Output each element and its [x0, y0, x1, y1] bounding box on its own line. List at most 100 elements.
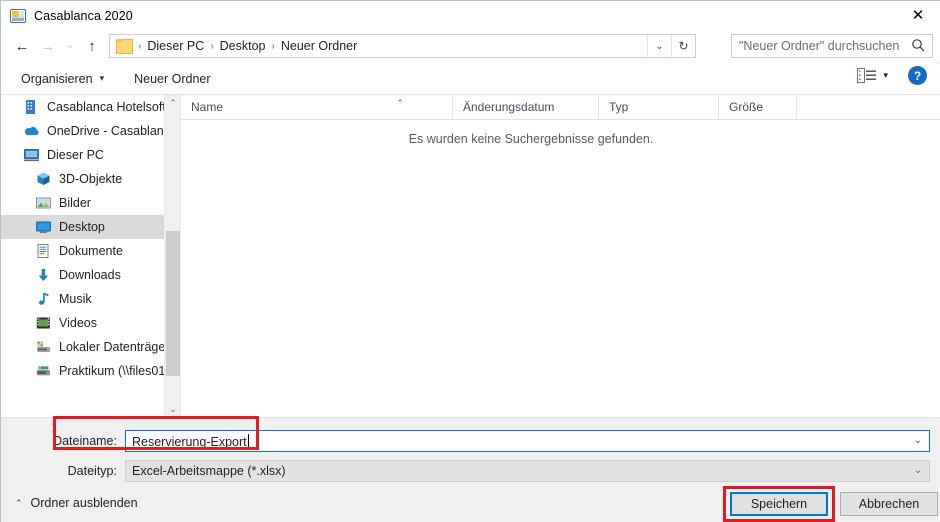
breadcrumb-separator: › [271, 40, 275, 52]
filename-value: Reservierung-Export [132, 433, 249, 449]
cancel-button[interactable]: Abbrechen [840, 492, 938, 516]
close-icon[interactable]: ✕ [895, 1, 940, 30]
chevron-down-icon: ▾ [99, 73, 105, 83]
text-caret [247, 433, 249, 448]
column-header-date[interactable]: Änderungsdatum [453, 95, 599, 119]
building-icon [23, 99, 40, 115]
breadcrumb-separator: › [138, 40, 142, 52]
command-bar: Organisieren ▾ Neuer Ordner ▾ ? [1, 63, 940, 95]
recent-locations-button[interactable]: ⌄ [61, 33, 79, 59]
sidebar-item-label: Videos [59, 316, 97, 330]
cube-icon [35, 171, 52, 187]
breadcrumb-item-dieser-pc[interactable]: Dieser PC [145, 39, 206, 53]
title-bar: Casablanca 2020 ✕ [1, 1, 940, 30]
music-icon [35, 291, 52, 307]
column-header-type[interactable]: Typ [599, 95, 719, 119]
scroll-down-icon[interactable]: ⌄ [165, 401, 181, 417]
sidebar-item-downloads[interactable]: Downloads [1, 263, 164, 287]
breadcrumb-item-desktop[interactable]: Desktop [218, 39, 268, 53]
view-options-icon[interactable] [857, 67, 877, 84]
filetype-row: Dateityp: Excel-Arbeitsmappe (*.xlsx) ⌄ [1, 460, 930, 482]
sidebar-item-videos[interactable]: Videos [1, 311, 164, 335]
sidebar-item-label: Casablanca Hotelsoftw [47, 100, 164, 114]
up-button[interactable]: ↑ [79, 33, 105, 59]
chevron-down-icon[interactable]: ▾ [883, 70, 888, 81]
column-header-label: Name [191, 100, 224, 114]
help-icon[interactable]: ? [908, 66, 927, 85]
sidebar-item-onedrive[interactable]: OneDrive - Casablanc [1, 119, 164, 143]
save-file-dialog: Casablanca 2020 ✕ ← → ⌄ ↑ › Dieser PC › … [0, 0, 940, 522]
sidebar-item-label: Downloads [59, 268, 121, 282]
pictures-icon [35, 195, 52, 211]
address-bar-controls: ⌄ ↻ [647, 35, 695, 57]
column-header-name[interactable]: Name ⌃ [181, 95, 453, 119]
address-bar[interactable]: › Dieser PC › Desktop › Neuer Ordner ⌄ ↻ [109, 34, 696, 58]
refresh-icon[interactable]: ↻ [671, 35, 695, 57]
sidebar-item-3d-objekte[interactable]: 3D-Objekte [1, 167, 164, 191]
sidebar-item-label: Bilder [59, 196, 91, 210]
sidebar-item-dokumente[interactable]: Dokumente [1, 239, 164, 263]
back-button[interactable]: ← [9, 33, 35, 59]
search-icon[interactable] [911, 38, 926, 53]
sidebar-item-casablanca-hotelsoftware[interactable]: Casablanca Hotelsoftw [1, 95, 164, 119]
search-box[interactable]: "Neuer Ordner" durchsuchen [731, 34, 933, 58]
computer-icon [23, 147, 40, 163]
sidebar-item-label: OneDrive - Casablanc [47, 124, 164, 138]
column-header-label: Typ [609, 100, 629, 114]
column-header-size[interactable]: Größe [719, 95, 797, 119]
save-button[interactable]: Speichern [730, 492, 828, 516]
sidebar-scrollbar[interactable]: ⌃ ⌄ [164, 95, 180, 417]
navigation-pane: Casablanca Hotelsoftw OneDrive - Casabla… [1, 95, 164, 417]
harddisk-icon [35, 339, 52, 355]
sidebar-item-musik[interactable]: Musik [1, 287, 164, 311]
sidebar-item-label: 3D-Objekte [59, 172, 123, 186]
filetype-value: Excel-Arbeitsmappe (*.xlsx) [132, 464, 286, 478]
sidebar-item-praktikum-network-drive[interactable]: Praktikum (\\files01) [1, 359, 164, 383]
downloads-icon [35, 267, 52, 283]
empty-list-message: Es wurden keine Suchergebnisse gefunden. [408, 132, 654, 146]
filename-row: Dateiname: Reservierung-Export ⌄ [1, 430, 930, 452]
hide-folders-button[interactable]: ⌃ Ordner ausblenden [15, 496, 138, 510]
column-header-label: Änderungsdatum [463, 100, 555, 114]
sidebar-item-label: Lokaler Datenträger [59, 340, 164, 354]
sidebar-item-desktop[interactable]: Desktop [1, 215, 164, 239]
breadcrumb-separator: › [210, 40, 214, 52]
networkdrive-icon [35, 363, 52, 379]
scroll-up-icon[interactable]: ⌃ [165, 95, 181, 111]
video-icon [35, 315, 52, 331]
filetype-label: Dateityp: [67, 464, 117, 478]
cloud-icon [23, 123, 40, 139]
sidebar-item-bilder[interactable]: Bilder [1, 191, 164, 215]
sidebar-item-label: Musik [59, 292, 92, 306]
search-input[interactable]: "Neuer Ordner" durchsuchen [739, 39, 899, 53]
sidebar-item-label: Dokumente [59, 244, 123, 258]
sort-ascending-icon: ⌃ [396, 98, 404, 108]
chevron-down-icon[interactable]: ⌄ [914, 435, 922, 446]
sidebar-item-lokaler-datentraeger[interactable]: Lokaler Datenträger [1, 335, 164, 359]
command-bar-right: ▾ ? [857, 66, 931, 85]
chevron-down-icon[interactable]: ⌄ [914, 465, 922, 476]
folder-icon [116, 39, 133, 54]
file-list-pane: Name ⌃ Änderungsdatum Typ Größe Es wurde… [181, 95, 940, 417]
chevron-down-icon[interactable]: ⌄ [647, 35, 671, 57]
column-header-row: Name ⌃ Änderungsdatum Typ Größe [181, 95, 940, 120]
documents-icon [35, 243, 52, 259]
sidebar-item-label: Dieser PC [47, 148, 104, 162]
organise-button[interactable]: Organisieren ▾ [13, 67, 112, 91]
column-header-label: Größe [729, 100, 764, 114]
filename-label: Dateiname: [53, 434, 117, 448]
chevron-up-icon: ⌃ [15, 497, 23, 508]
breadcrumb-item-neuer-ordner[interactable]: Neuer Ordner [279, 39, 359, 53]
filename-input[interactable]: Reservierung-Export ⌄ [125, 430, 930, 452]
app-window-icon [10, 8, 26, 24]
filetype-select[interactable]: Excel-Arbeitsmappe (*.xlsx) ⌄ [125, 460, 930, 482]
desktop-icon [35, 219, 52, 235]
sidebar-item-label: Desktop [59, 220, 105, 234]
window-title: Casablanca 2020 [34, 8, 133, 23]
sidebar-item-dieser-pc[interactable]: Dieser PC [1, 143, 164, 167]
sidebar-item-label: Praktikum (\\files01) [59, 364, 164, 378]
new-folder-button[interactable]: Neuer Ordner [126, 67, 218, 91]
scrollbar-thumb[interactable] [166, 231, 180, 376]
organise-label: Organisieren [21, 71, 93, 86]
hide-folders-label: Ordner ausblenden [30, 496, 138, 510]
